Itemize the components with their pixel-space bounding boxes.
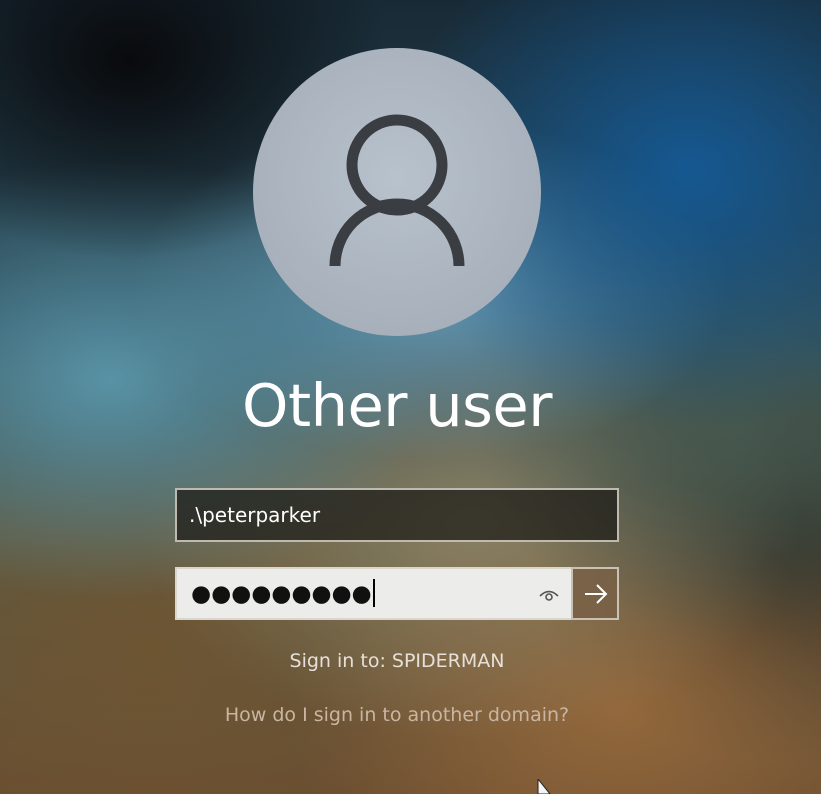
username-input[interactable]: .\peterparker [175,488,619,542]
user-silhouette-icon [329,114,465,267]
user-avatar [253,48,541,336]
username-value: .\peterparker [189,503,321,527]
text-caret [372,578,375,607]
password-masked-value: ●●●●●●●●● [191,569,375,620]
password-row: ●●●●●●●●● [175,567,619,620]
arrow-right-icon [585,584,608,604]
password-input[interactable]: ●●●●●●●●● [175,567,571,620]
sign-in-target-text: Sign in to: SPIDERMAN [289,650,505,672]
other-domain-link[interactable]: How do I sign in to another domain? [0,702,794,728]
mouse-pointer-icon [537,779,551,794]
eye-icon [539,590,559,601]
submit-button[interactable] [571,567,619,620]
user-display-name: Other user [242,371,552,440]
lock-screen: Other user .\peterparker ●●●●●●●●● Sign … [0,0,821,794]
password-reveal-button[interactable] [537,583,561,607]
